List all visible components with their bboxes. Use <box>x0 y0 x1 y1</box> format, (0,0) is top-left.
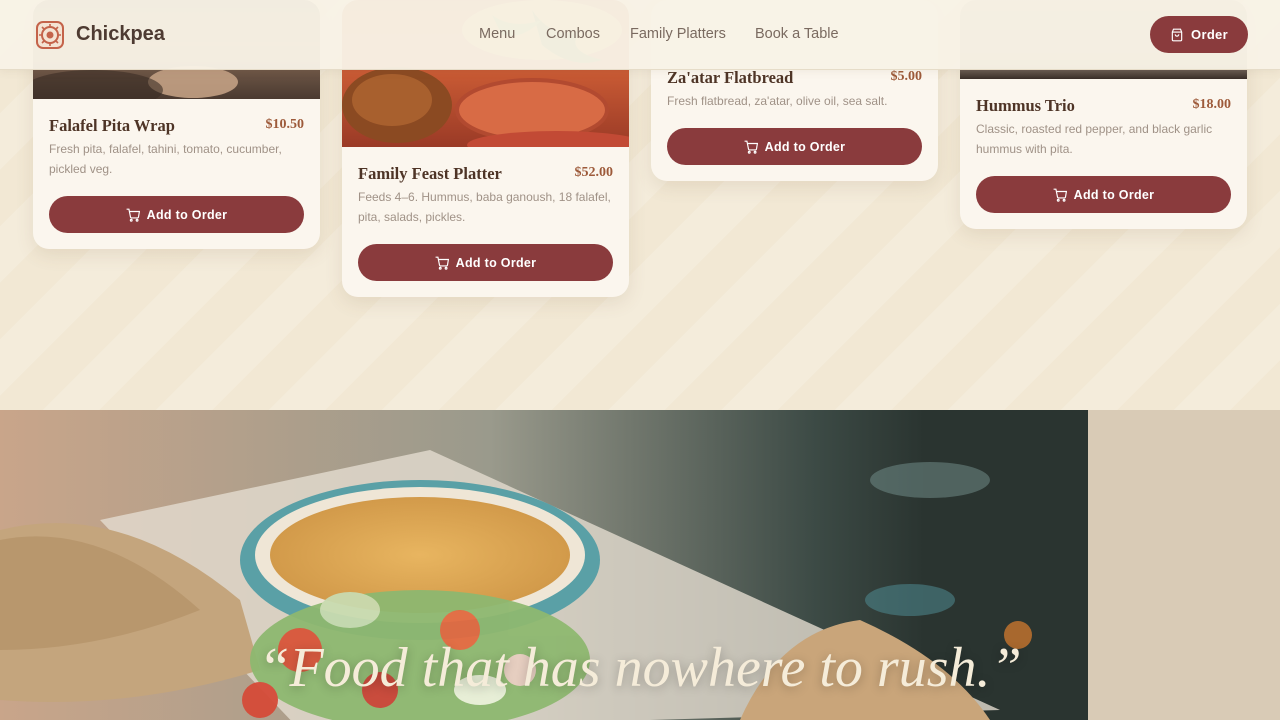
add-to-order-button[interactable]: Add to Order <box>49 196 304 233</box>
add-to-order-button[interactable]: Add to Order <box>667 128 922 165</box>
card-title: Family Feast Platter <box>358 164 502 183</box>
card-title: Za'atar Flatbread <box>667 68 794 87</box>
card-price: $52.00 <box>574 165 614 180</box>
order-button[interactable]: Order <box>1150 16 1248 53</box>
nav-link-combos[interactable]: Combos <box>546 26 600 42</box>
card-description: Feeds 4–6. Hummus, baba ganoush, 18 fala… <box>358 190 611 224</box>
cart-icon <box>435 256 449 270</box>
add-to-order-label: Add to Order <box>764 139 846 154</box>
add-to-order-label: Add to Order <box>146 207 228 222</box>
cart-icon <box>1053 188 1067 202</box>
card-description: Fresh pita, falafel, tahini, tomato, cuc… <box>49 142 282 176</box>
add-to-order-label: Add to Order <box>455 255 537 270</box>
nav-link-family-platters[interactable]: Family Platters <box>630 26 726 42</box>
brand-name[interactable]: Chickpea <box>76 23 165 46</box>
nav-link-menu[interactable]: Menu <box>479 26 515 42</box>
add-to-order-button[interactable]: Add to Order <box>358 244 613 281</box>
shopping-bag-icon <box>1171 28 1183 41</box>
brand-logo-icon[interactable] <box>36 21 64 49</box>
card-price: $5.00 <box>890 69 923 84</box>
site-header: Chickpea Menu Combos Family Platters Boo… <box>0 0 1280 70</box>
card-title: Falafel Pita Wrap <box>49 116 175 135</box>
add-to-order-button[interactable]: Add to Order <box>976 176 1231 213</box>
card-description: Classic, roasted red pepper, and black g… <box>976 122 1213 156</box>
cart-icon <box>126 208 140 222</box>
card-description: Fresh flatbread, za'atar, olive oil, sea… <box>667 94 888 108</box>
nav-link-book-a-table[interactable]: Book a Table <box>755 26 839 42</box>
card-price: $18.00 <box>1192 97 1232 112</box>
card-price: $10.50 <box>265 117 305 132</box>
hero-quote: “Food that has nowhere to rush.” <box>258 637 1022 699</box>
add-to-order-label: Add to Order <box>1073 187 1155 202</box>
order-button-label: Order <box>1191 27 1228 42</box>
hero-section: “Food that has nowhere to rush.” <box>0 410 1280 720</box>
card-title: Hummus Trio <box>976 96 1075 115</box>
cart-icon <box>744 140 758 154</box>
